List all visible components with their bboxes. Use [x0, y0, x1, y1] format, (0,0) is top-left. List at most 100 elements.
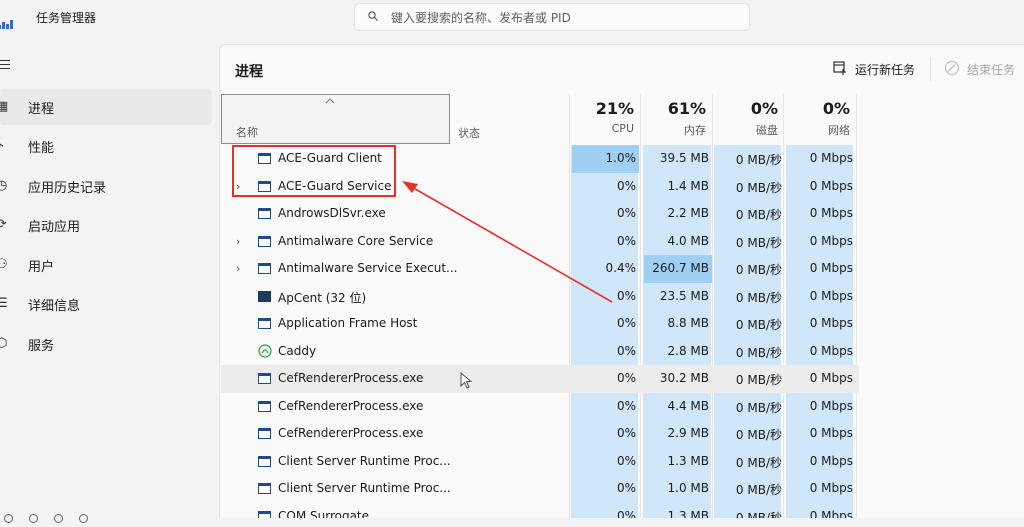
sidebar-item-app-history[interactable]: ◷ 应用历史记录 — [0, 168, 212, 204]
cpu-header-label: CPU — [611, 122, 634, 135]
network-cell: 0 Mbps — [809, 371, 853, 385]
window-app-icon — [258, 400, 271, 412]
cpu-total-percent: 21% — [595, 99, 634, 118]
disk-total-percent: 0% — [750, 99, 778, 118]
task-manager-icon — [0, 10, 16, 29]
end-task-label: 结束任务 — [967, 63, 1016, 77]
details-icon: ☰ — [0, 296, 8, 311]
window-app-icon — [258, 208, 271, 219]
network-total-percent: 0% — [822, 99, 850, 118]
process-name: CefRendererProcess.exe — [278, 398, 424, 413]
memory-cell: 1.3 MB — [667, 453, 709, 468]
network-cell: 0 Mbps — [809, 316, 853, 330]
name-column-header[interactable]: 名称 — [221, 94, 450, 144]
sidebar-item-details[interactable]: ☰ 详细信息 — [0, 286, 212, 322]
sidebar-item-label: 详细信息 — [28, 299, 81, 314]
sidebar-item-label: 用户 — [28, 260, 55, 275]
window-app-icon — [258, 483, 271, 494]
expand-chevron-icon[interactable]: › — [236, 262, 240, 275]
hamburger-menu-icon[interactable] — [0, 60, 10, 72]
table-row[interactable]: ApCent (32 位) 0% 23.5 MB 0 MB/秒 0 Mbps — [221, 283, 859, 311]
table-row[interactable]: Application Frame Host 0% 8.8 MB 0 MB/秒 … — [221, 310, 859, 338]
disk-cell: 0 MB/秒 — [735, 483, 782, 497]
table-row[interactable]: › Antimalware Service Execut... 0.4% 260… — [221, 255, 859, 283]
cpu-cell: 0% — [616, 233, 636, 248]
memory-cell: 2.2 MB — [667, 206, 709, 220]
app-title: 任务管理器 — [36, 11, 97, 25]
network-cell: 0 Mbps — [809, 398, 853, 413]
memory-cell: 4.0 MB — [667, 233, 709, 248]
network-header-label: 网络 — [828, 124, 850, 137]
window-app-icon — [258, 428, 271, 439]
tray-icon[interactable] — [4, 514, 13, 523]
services-icon: ⬡ — [0, 336, 8, 351]
tray-icon[interactable] — [54, 514, 63, 523]
tray-icon[interactable] — [29, 514, 38, 523]
tray-icon[interactable] — [79, 514, 88, 523]
users-icon: ⚇ — [0, 257, 8, 272]
table-row[interactable]: Client Server Runtime Proc... 0% 1.3 MB … — [221, 448, 859, 476]
network-cell: 0 Mbps — [809, 151, 853, 165]
cpu-cell: 0% — [616, 453, 636, 468]
processes-icon: ▦ — [0, 99, 9, 114]
cpu-cell: 0% — [616, 178, 636, 193]
status-column-header[interactable]: 状态 — [458, 125, 480, 141]
process-name: AndrowsDlSvr.exe — [278, 206, 386, 220]
cpu-cell: 0% — [616, 426, 636, 440]
window-app-icon — [258, 510, 271, 518]
table-row[interactable]: Caddy 0% 2.8 MB 0 MB/秒 0 Mbps — [221, 338, 859, 366]
window-app-icon — [258, 318, 271, 329]
table-row[interactable]: › Antimalware Core Service 0% 4.0 MB 0 M… — [221, 228, 859, 256]
cpu-cell: 0% — [616, 398, 636, 413]
process-name: ApCent (32 位) — [278, 290, 367, 305]
cpu-column-header[interactable]: 21% CPU — [568, 99, 634, 135]
network-cell: 0 Mbps — [809, 233, 853, 248]
disk-header-label: 磁盘 — [756, 124, 778, 137]
sidebar-item-processes[interactable]: ▦ 进程 — [0, 89, 212, 125]
memory-cell: 2.8 MB — [667, 343, 709, 358]
memory-header-label: 内存 — [684, 124, 706, 137]
disk-cell: 0 MB/秒 — [735, 345, 782, 360]
disk-column-header[interactable]: 0% 磁盘 — [712, 99, 778, 138]
sidebar-item-services[interactable]: ⬡ 服务 — [0, 326, 212, 362]
process-name: Antimalware Service Execut... — [278, 261, 458, 275]
memory-column-header[interactable]: 61% 内存 — [640, 99, 706, 138]
process-name: CefRendererProcess.exe — [278, 426, 424, 440]
table-row[interactable]: CefRendererProcess.exe 0% 30.2 MB 0 MB/秒… — [221, 365, 859, 393]
table-row[interactable]: CefRendererProcess.exe 0% 4.4 MB 0 MB/秒 … — [221, 393, 859, 421]
disk-cell: 0 MB/秒 — [735, 180, 782, 195]
disk-cell: 0 MB/秒 — [735, 263, 782, 277]
disk-cell: 0 MB/秒 — [735, 290, 782, 305]
window-app-icon — [258, 455, 271, 467]
memory-total-percent: 61% — [667, 99, 706, 118]
memory-cell: 1.4 MB — [667, 178, 709, 193]
memory-cell: 30.2 MB — [659, 371, 709, 385]
table-row[interactable]: COM Surrogate 0% 1.3 MB 0 MB/秒 0 Mbps — [221, 503, 859, 518]
disk-cell: 0 MB/秒 — [735, 428, 782, 442]
sidebar-item-performance[interactable]: ⌁ 性能 — [0, 128, 212, 164]
memory-cell: 4.4 MB — [667, 398, 709, 413]
search-box[interactable] — [354, 3, 750, 32]
sidebar-item-users[interactable]: ⚇ 用户 — [0, 247, 212, 283]
window-app-icon — [258, 235, 271, 247]
table-row[interactable]: Client Server Runtime Proc... 0% 1.0 MB … — [221, 475, 859, 503]
sidebar-item-label: 启动应用 — [28, 220, 81, 235]
expand-chevron-icon[interactable]: › — [236, 235, 240, 248]
table-row[interactable]: AndrowsDlSvr.exe 0% 2.2 MB 0 MB/秒 0 Mbps — [221, 200, 859, 228]
taskbar-icons — [4, 508, 104, 527]
memory-cell: 1.0 MB — [667, 481, 709, 495]
sidebar-item-label: 进程 — [28, 102, 55, 117]
sidebar-item-startup[interactable]: ⟳ 启动应用 — [0, 207, 212, 243]
disk-cell: 0 MB/秒 — [735, 235, 782, 250]
title-bar: 任务管理器 — [0, 0, 1024, 36]
table-row[interactable]: CefRendererProcess.exe 0% 2.9 MB 0 MB/秒 … — [221, 420, 859, 448]
sort-ascending-icon — [325, 98, 335, 104]
network-cell: 0 Mbps — [809, 343, 853, 358]
mouse-cursor-icon — [460, 372, 473, 389]
cpu-cell: 0% — [616, 316, 636, 330]
caddy-icon — [258, 343, 272, 358]
network-column-header[interactable]: 0% 网络 — [784, 99, 850, 138]
search-input[interactable] — [389, 4, 743, 32]
memory-cell: 8.8 MB — [667, 316, 709, 330]
cpu-cell: 0% — [616, 343, 636, 358]
